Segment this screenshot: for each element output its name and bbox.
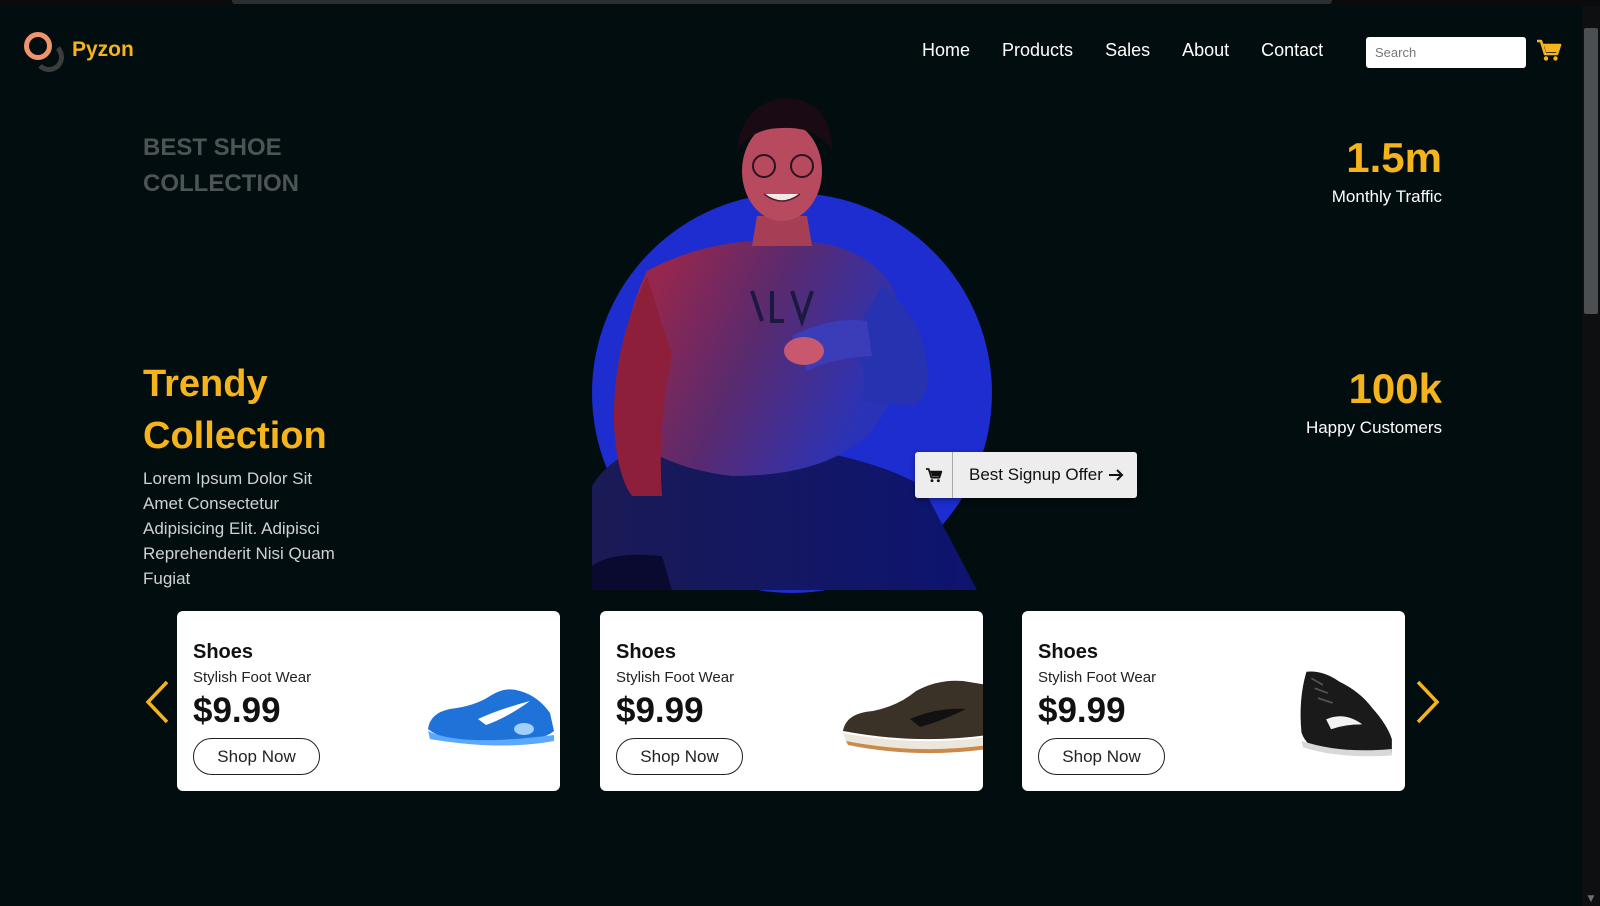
nav-home[interactable]: Home <box>922 40 970 61</box>
logo-rings-icon <box>22 30 66 74</box>
shop-now-button[interactable]: Shop Now <box>616 738 743 775</box>
search-input[interactable] <box>1366 37 1526 68</box>
nav-products[interactable]: Products <box>1002 40 1073 61</box>
chevron-right-icon[interactable] <box>1414 678 1442 726</box>
hero-description: Lorem Ipsum Dolor Sit Amet Consectetur A… <box>143 469 335 588</box>
product-title: Shoes <box>1038 641 1099 663</box>
stat-label: Happy Customers <box>1305 418 1442 437</box>
main-nav: Home Products Sales About Contact <box>922 40 1355 61</box>
stat-value: 1.5m <box>1346 134 1442 181</box>
scroll-down-arrow-icon[interactable]: ▼ <box>1586 894 1596 904</box>
brand-name: Pyzon <box>72 38 134 61</box>
product-title: Shoes <box>616 641 677 663</box>
product-price: $9.99 <box>1038 691 1126 730</box>
stat-happy-customers: 100k Happy Customers <box>1306 366 1442 438</box>
black-high-top-shoe-icon <box>1300 671 1392 757</box>
shop-now-button[interactable]: Shop Now <box>193 738 320 775</box>
browser-top-bar <box>0 0 1600 6</box>
product-subtitle: Stylish Foot Wear <box>1038 669 1157 686</box>
nav-contact[interactable]: Contact <box>1261 40 1323 61</box>
brown-suede-shoe-icon <box>843 680 983 754</box>
product-subtitle: Stylish Foot Wear <box>193 669 312 686</box>
shop-now-button[interactable]: Shop Now <box>1038 738 1165 775</box>
stat-monthly-traffic: 1.5m Monthly Traffic <box>1332 135 1442 207</box>
hero-model-image <box>592 98 977 590</box>
hero-headline: Trendy Collection <box>143 363 327 457</box>
product-card[interactable]: Shoes Stylish Foot Wear $9.99 Shop Now <box>1022 611 1405 791</box>
product-subtitle: Stylish Foot Wear <box>616 669 735 686</box>
product-card[interactable]: Shoes Stylish Foot Wear $9.99 Shop Now <box>600 611 983 791</box>
chevron-left-icon[interactable] <box>143 678 171 726</box>
stat-label: Monthly Traffic <box>1331 187 1442 206</box>
nav-about[interactable]: About <box>1182 40 1229 61</box>
blue-running-shoe-icon <box>428 689 554 746</box>
arrow-right-icon <box>1108 469 1124 481</box>
offer-label: Best Signup Offer <box>969 465 1103 484</box>
nav-sales[interactable]: Sales <box>1105 40 1150 61</box>
brand-logo[interactable]: Pyzon <box>22 30 134 74</box>
offer-cart-icon <box>915 452 953 498</box>
scrollbar-thumb[interactable] <box>1584 28 1598 314</box>
product-title: Shoes <box>193 641 254 663</box>
stat-value: 100k <box>1348 365 1442 412</box>
page-scrollbar[interactable]: ▼ <box>1582 6 1600 906</box>
product-price: $9.99 <box>616 691 704 730</box>
hero-kicker: BEST SHOE COLLECTION <box>143 134 299 197</box>
product-price: $9.99 <box>193 691 281 730</box>
top-scroll-track <box>232 0 1332 4</box>
product-card[interactable]: Shoes Stylish Foot Wear $9.99 Shop Now <box>177 611 560 791</box>
signup-offer-button[interactable]: Best Signup Offer <box>915 452 1137 498</box>
shopping-cart-icon[interactable] <box>1536 38 1562 62</box>
